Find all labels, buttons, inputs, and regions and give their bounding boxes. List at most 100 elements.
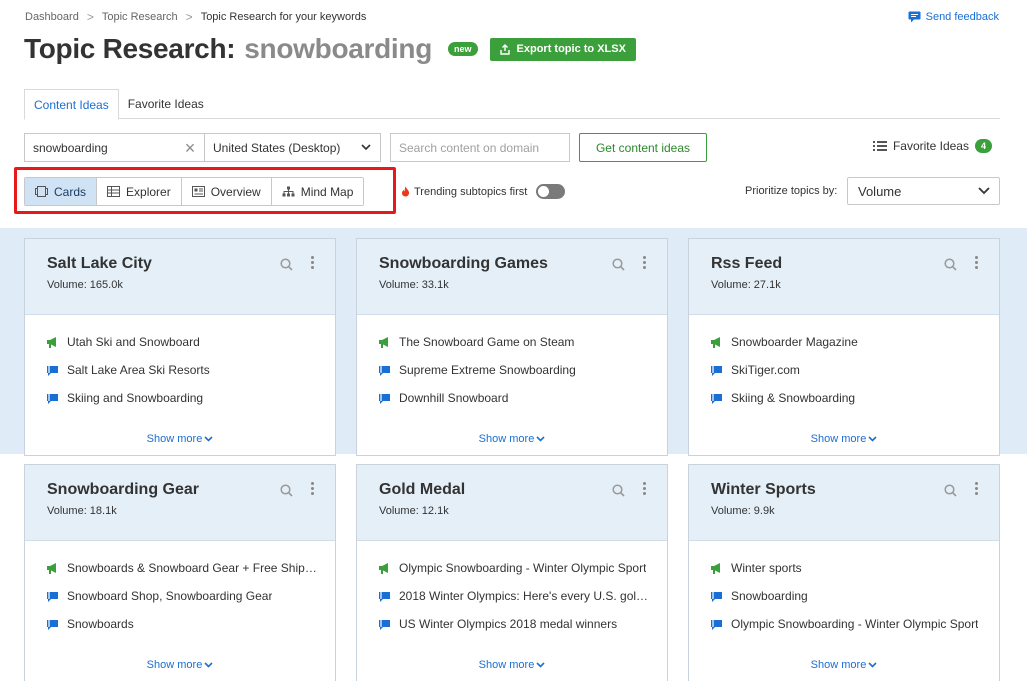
- prioritize-select-value: Volume: [858, 183, 902, 199]
- search-icon[interactable]: [944, 484, 957, 497]
- headline-text: 2018 Winter Olympics: Here's every U.S. …: [399, 589, 649, 603]
- headline-item[interactable]: Snowboards & Snowboard Gear + Free Shipp…: [46, 561, 335, 589]
- prioritize-select[interactable]: Volume: [847, 177, 1000, 205]
- breadcrumb-dashboard[interactable]: Dashboard: [25, 11, 79, 23]
- database-select-value: United States (Desktop): [213, 140, 341, 155]
- topic-card-headlines: Utah Ski and Snowboard Salt Lake Area Ski…: [25, 315, 335, 419]
- topic-card[interactable]: Gold Medal Volume: 12.1k Olympic Snowboa…: [356, 464, 668, 681]
- question-icon: [379, 620, 390, 630]
- headline-item[interactable]: Downhill Snowboard: [378, 391, 667, 419]
- topic-card-volume: Volume: 33.1k: [379, 279, 449, 291]
- search-icon[interactable]: [612, 484, 625, 497]
- chevron-down-icon: [868, 662, 877, 668]
- more-options-icon[interactable]: [975, 482, 979, 497]
- keyword-input[interactable]: snowboarding ×: [24, 133, 205, 162]
- headline-text: Winter sports: [731, 561, 802, 575]
- search-icon[interactable]: [280, 484, 293, 497]
- more-options-icon[interactable]: [643, 482, 647, 497]
- chevron-down-icon: [868, 436, 877, 442]
- topic-card[interactable]: Salt Lake City Volume: 165.0k Utah Ski a…: [24, 238, 336, 456]
- show-more-link[interactable]: Show more: [689, 433, 999, 445]
- megaphone-icon: [47, 563, 56, 574]
- send-feedback-link[interactable]: Send feedback: [908, 11, 999, 23]
- headline-item[interactable]: Snowboarder Magazine: [710, 335, 999, 363]
- topic-card-headlines: Olympic Snowboarding - Winter Olympic Sp…: [357, 541, 667, 645]
- headline-item[interactable]: The Snowboard Game on Steam: [378, 335, 667, 363]
- get-content-ideas-button[interactable]: Get content ideas: [579, 133, 707, 162]
- headline-text: US Winter Olympics 2018 medal winners: [399, 617, 618, 631]
- chevron-down-icon: [978, 187, 990, 195]
- topic-card[interactable]: Snowboarding Games Volume: 33.1k The Sno…: [356, 238, 668, 456]
- headline-item[interactable]: Olympic Snowboarding - Winter Olympic Sp…: [378, 561, 667, 589]
- headline-text: Olympic Snowboarding - Winter Olympic Sp…: [399, 561, 647, 575]
- topic-card-volume: Volume: 12.1k: [379, 505, 449, 517]
- topic-card-headlines: Snowboarder Magazine SkiTiger.com Skiing &…: [689, 315, 999, 419]
- page-header: Topic Research: snowboarding new Export …: [24, 33, 636, 65]
- export-xlsx-button[interactable]: Export topic to XLSX: [489, 37, 636, 61]
- topic-card[interactable]: Winter Sports Volume: 9.9k Winter sports…: [688, 464, 1000, 681]
- topic-card-volume: Volume: 18.1k: [47, 505, 117, 517]
- topic-card-header: Winter Sports Volume: 9.9k: [689, 465, 999, 541]
- headline-item[interactable]: Snowboards: [46, 617, 335, 645]
- export-icon: [499, 43, 510, 55]
- topic-card[interactable]: Snowboarding Gear Volume: 18.1k Snowboar…: [24, 464, 336, 681]
- topic-card-header: Gold Medal Volume: 12.1k: [357, 465, 667, 541]
- domain-search-input[interactable]: Search content on domain: [390, 133, 570, 162]
- more-options-icon[interactable]: [311, 482, 315, 497]
- headline-item[interactable]: Skiing and Snowboarding: [46, 391, 335, 419]
- headline-item[interactable]: SkiTiger.com: [710, 363, 999, 391]
- search-icon[interactable]: [944, 258, 957, 271]
- show-more-label: Show more: [146, 659, 203, 671]
- favorite-ideas-button[interactable]: Favorite Ideas 4: [872, 139, 992, 153]
- question-icon: [47, 366, 58, 376]
- headline-item[interactable]: Snowboard Shop, Snowboarding Gear: [46, 589, 335, 617]
- page-title: Topic Research:: [24, 33, 236, 64]
- more-options-icon[interactable]: [643, 256, 647, 271]
- show-more-label: Show more: [810, 433, 867, 445]
- headline-text: Utah Ski and Snowboard: [67, 335, 200, 349]
- clear-icon[interactable]: ×: [182, 139, 198, 157]
- breadcrumb-separator: >: [185, 10, 193, 24]
- headline-text: The Snowboard Game on Steam: [399, 335, 575, 349]
- headline-item[interactable]: Salt Lake Area Ski Resorts: [46, 363, 335, 391]
- headline-item[interactable]: 2018 Winter Olympics: Here's every U.S. …: [378, 589, 667, 617]
- show-more-label: Show more: [478, 659, 535, 671]
- headline-text: Salt Lake Area Ski Resorts: [67, 363, 210, 377]
- headline-item[interactable]: Olympic Snowboarding - Winter Olympic Sp…: [710, 617, 999, 645]
- more-options-icon[interactable]: [311, 256, 315, 271]
- tab-content-ideas[interactable]: Content Ideas: [24, 89, 119, 120]
- list-icon: [872, 141, 887, 151]
- search-icon[interactable]: [280, 258, 293, 271]
- show-more-link[interactable]: Show more: [357, 433, 667, 445]
- chevron-down-icon: [361, 144, 371, 151]
- search-icon[interactable]: [612, 258, 625, 271]
- headline-item[interactable]: Skiing & Snowboarding: [710, 391, 999, 419]
- breadcrumb-topic-research[interactable]: Topic Research: [102, 11, 178, 23]
- megaphone-icon: [379, 337, 388, 348]
- topic-card-header: Salt Lake City Volume: 165.0k: [25, 239, 335, 315]
- headline-item[interactable]: Supreme Extreme Snowboarding: [378, 363, 667, 391]
- topic-card[interactable]: Rss Feed Volume: 27.1k Snowboarder Magaz…: [688, 238, 1000, 456]
- headline-item[interactable]: Winter sports: [710, 561, 999, 589]
- favorite-ideas-label: Favorite Ideas: [892, 139, 969, 153]
- more-options-icon[interactable]: [975, 256, 979, 271]
- question-icon: [711, 394, 722, 404]
- headline-item[interactable]: US Winter Olympics 2018 medal winners: [378, 617, 667, 645]
- database-select[interactable]: United States (Desktop): [204, 133, 381, 162]
- show-more-link[interactable]: Show more: [25, 433, 335, 445]
- show-more-link[interactable]: Show more: [689, 659, 999, 671]
- headline-item[interactable]: Snowboarding: [710, 589, 999, 617]
- favorite-count-badge: 4: [974, 139, 992, 153]
- tab-favorite-ideas[interactable]: Favorite Ideas: [119, 89, 213, 119]
- page-keyword: snowboarding: [244, 33, 433, 64]
- fire-icon: [402, 186, 410, 197]
- show-more-link[interactable]: Show more: [357, 659, 667, 671]
- topic-card-volume: Volume: 9.9k: [711, 505, 775, 517]
- headline-item[interactable]: Utah Ski and Snowboard: [46, 335, 335, 363]
- domain-search-placeholder: Search content on domain: [399, 140, 540, 155]
- trending-toggle[interactable]: [536, 184, 566, 199]
- chevron-down-icon: [536, 662, 545, 668]
- show-more-link[interactable]: Show more: [25, 659, 335, 671]
- headline-text: Snowboard Shop, Snowboarding Gear: [67, 589, 273, 603]
- headline-text: Olympic Snowboarding - Winter Olympic Sp…: [731, 617, 979, 631]
